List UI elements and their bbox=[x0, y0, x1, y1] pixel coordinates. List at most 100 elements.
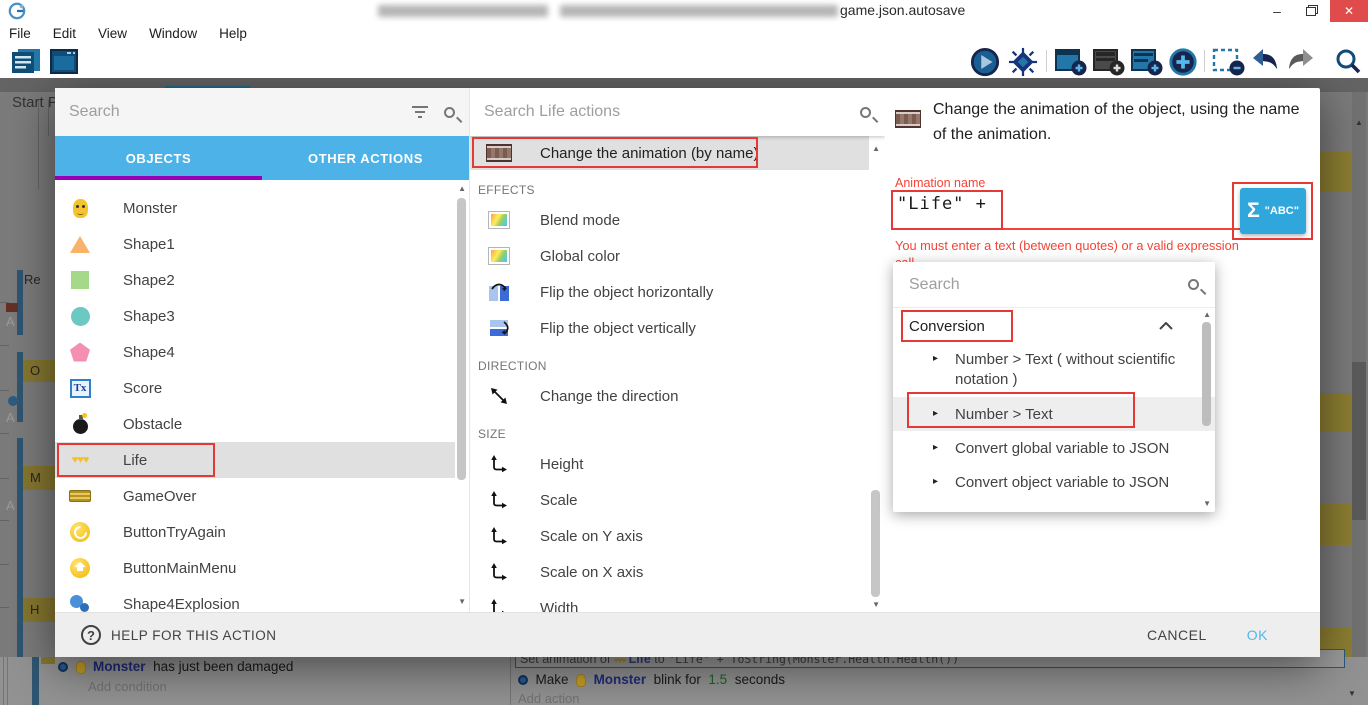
object-row-obstacle[interactable]: Obstacle bbox=[55, 406, 455, 442]
close-button[interactable]: ✕ bbox=[1330, 0, 1368, 22]
actions-search-input[interactable] bbox=[484, 103, 846, 121]
menu-file[interactable]: File bbox=[9, 26, 31, 41]
undo-icon[interactable] bbox=[1250, 47, 1280, 73]
events-sheet-icon[interactable] bbox=[10, 47, 42, 75]
action-label: Blend mode bbox=[540, 212, 620, 229]
toolbar-separator bbox=[1204, 50, 1205, 72]
menu-edit[interactable]: Edit bbox=[53, 26, 76, 41]
explosion-icon bbox=[69, 593, 91, 612]
action-row-height[interactable]: Height bbox=[470, 446, 869, 482]
menu-window[interactable]: Window bbox=[149, 26, 197, 41]
ok-button[interactable]: OK bbox=[1247, 627, 1268, 643]
minimize-button[interactable]: – bbox=[1262, 0, 1292, 22]
expression-item-global-json[interactable]: ▸ Convert global variable to JSON bbox=[893, 431, 1215, 465]
scroll-down-icon[interactable]: ▼ bbox=[458, 597, 466, 606]
action-label: Change the direction bbox=[540, 388, 678, 405]
maximize-button[interactable] bbox=[1296, 0, 1326, 22]
object-row-shape4explosion[interactable]: Shape4Explosion bbox=[55, 586, 455, 612]
retry-button-icon bbox=[69, 521, 91, 543]
action-editor-dialog: OBJECTS OTHER ACTIONS Monster Shape1 Sha… bbox=[55, 88, 1320, 657]
menu-view[interactable]: View bbox=[98, 26, 127, 41]
scroll-up-icon[interactable]: ▲ bbox=[458, 184, 466, 193]
action-row-change-direction[interactable]: Change the direction bbox=[470, 378, 869, 414]
section-direction: DIRECTION bbox=[478, 359, 869, 373]
flip-horizontal-icon bbox=[484, 280, 514, 304]
size-arrow-icon bbox=[484, 596, 514, 612]
dialog-footer: ? HELP FOR THIS ACTION CANCEL OK bbox=[55, 612, 1320, 657]
expression-search-input[interactable] bbox=[909, 276, 1176, 294]
scroll-up-icon[interactable]: ▲ bbox=[1203, 310, 1211, 319]
object-row-shape1[interactable]: Shape1 bbox=[55, 226, 455, 262]
object-row-monster[interactable]: Monster bbox=[55, 190, 455, 226]
expression-search-bar bbox=[893, 262, 1215, 308]
object-row-score[interactable]: TxScore bbox=[55, 370, 455, 406]
scene-editor-icon[interactable] bbox=[48, 47, 80, 75]
expression-builder-button[interactable]: Σ "ABC" bbox=[1240, 188, 1306, 234]
object-label: GameOver bbox=[123, 488, 196, 505]
actions-list: Change the animation (by name) EFFECTS B… bbox=[470, 136, 869, 612]
scroll-up-icon[interactable]: ▲ bbox=[872, 144, 880, 153]
tab-objects[interactable]: OBJECTS bbox=[55, 136, 262, 180]
filter-icon[interactable] bbox=[412, 106, 428, 118]
add-scene-icon[interactable] bbox=[1054, 47, 1088, 77]
help-link[interactable]: HELP FOR THIS ACTION bbox=[111, 628, 277, 643]
expression-list: Conversion ▸ Number > Text ( without sci… bbox=[893, 308, 1215, 512]
cancel-button[interactable]: CANCEL bbox=[1147, 627, 1207, 643]
object-row-buttontryagain[interactable]: ButtonTryAgain bbox=[55, 514, 455, 550]
object-row-gameover[interactable]: GameOver bbox=[55, 478, 455, 514]
debugger-icon[interactable] bbox=[1008, 47, 1038, 77]
object-row-buttonmainmenu[interactable]: ButtonMainMenu bbox=[55, 550, 455, 586]
search-icon[interactable] bbox=[444, 107, 455, 118]
scroll-down-icon[interactable]: ▼ bbox=[872, 600, 880, 609]
expression-item-number-text[interactable]: ▸ Number > Text bbox=[893, 397, 1215, 431]
object-row-shape3[interactable]: Shape3 bbox=[55, 298, 455, 334]
remove-icon[interactable] bbox=[1212, 47, 1246, 77]
add-external-events-icon[interactable] bbox=[1092, 47, 1126, 77]
gdevelop-window: game.json.autosave – ✕ File Edit View Wi… bbox=[0, 0, 1368, 705]
objects-scrollbar-thumb[interactable] bbox=[457, 198, 466, 480]
search-icon[interactable] bbox=[1188, 279, 1199, 290]
action-row-blend-mode[interactable]: Blend mode bbox=[470, 202, 869, 238]
action-row-scale-x[interactable]: Scale on X axis bbox=[470, 554, 869, 590]
actions-scrollbar-thumb[interactable] bbox=[871, 490, 880, 597]
size-arrow-icon bbox=[484, 524, 514, 548]
search-icon[interactable] bbox=[1334, 47, 1362, 75]
object-label: Monster bbox=[123, 200, 177, 217]
action-row-change-animation[interactable]: Change the animation (by name) bbox=[470, 136, 869, 170]
animation-name-input[interactable]: "Life" + bbox=[897, 194, 987, 214]
action-row-flip-horizontal[interactable]: Flip the object horizontally bbox=[470, 274, 869, 310]
group-conversion[interactable]: Conversion bbox=[893, 308, 1215, 344]
pentagon-icon bbox=[69, 341, 91, 363]
action-row-scale-y[interactable]: Scale on Y axis bbox=[470, 518, 869, 554]
action-row-width[interactable]: Width bbox=[470, 590, 869, 612]
play-icon[interactable] bbox=[970, 47, 1000, 77]
chevron-up-icon[interactable] bbox=[1159, 322, 1173, 330]
tab-label: OBJECTS bbox=[126, 151, 192, 166]
menu-help[interactable]: Help bbox=[219, 26, 247, 41]
expression-item-number-text-nosci[interactable]: ▸ Number > Text ( without scientific not… bbox=[893, 344, 1215, 397]
scroll-down-icon[interactable]: ▼ bbox=[1203, 499, 1211, 508]
action-row-global-color[interactable]: Global color bbox=[470, 238, 869, 274]
expression-label: Number > Text ( without scientific notat… bbox=[955, 350, 1180, 391]
tab-other-actions[interactable]: OTHER ACTIONS bbox=[262, 136, 469, 180]
add-external-layout-icon[interactable] bbox=[1130, 47, 1164, 77]
objects-search-bar bbox=[55, 88, 469, 136]
bullet-icon: ▸ bbox=[933, 473, 955, 487]
global-color-icon bbox=[484, 244, 514, 268]
action-row-scale[interactable]: Scale bbox=[470, 482, 869, 518]
add-object-icon[interactable] bbox=[1168, 47, 1198, 77]
flip-vertical-icon bbox=[484, 316, 514, 340]
search-icon[interactable] bbox=[860, 107, 871, 118]
object-label: Shape4Explosion bbox=[123, 596, 240, 613]
object-label: Shape1 bbox=[123, 236, 175, 253]
action-label: Scale on X axis bbox=[540, 564, 643, 581]
size-arrow-icon bbox=[484, 488, 514, 512]
redo-icon[interactable] bbox=[1286, 47, 1316, 73]
expression-scrollbar-thumb[interactable] bbox=[1202, 322, 1211, 426]
object-row-life[interactable]: ♥♥♥Life bbox=[55, 442, 455, 478]
expression-item-object-json[interactable]: ▸ Convert object variable to JSON bbox=[893, 465, 1215, 499]
object-row-shape4[interactable]: Shape4 bbox=[55, 334, 455, 370]
object-row-shape2[interactable]: Shape2 bbox=[55, 262, 455, 298]
action-row-flip-vertical[interactable]: Flip the object vertically bbox=[470, 310, 869, 346]
objects-search-input[interactable] bbox=[69, 103, 396, 121]
